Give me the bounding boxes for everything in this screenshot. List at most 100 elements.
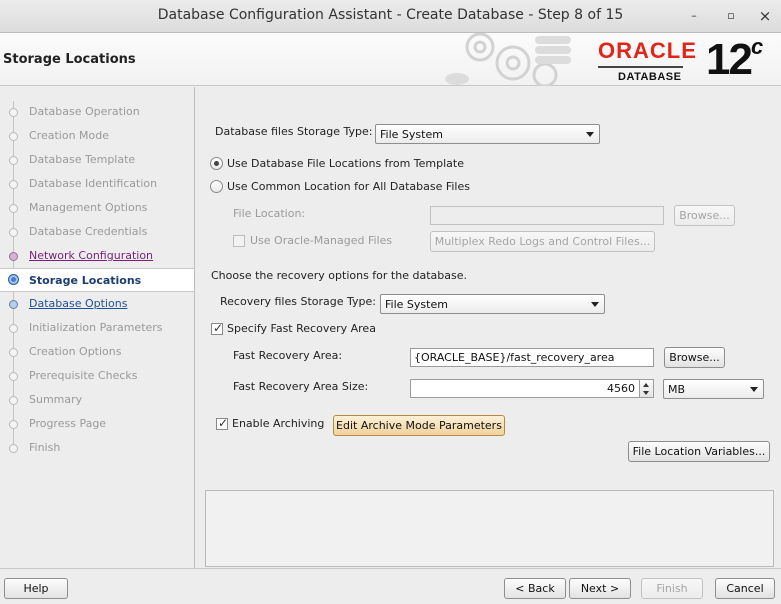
radio-template-locations[interactable] — [210, 157, 223, 170]
nav-item-label: Database Operation — [29, 105, 140, 118]
radio-template-label[interactable]: Use Database File Locations from Templat… — [227, 157, 464, 170]
nav-item-network-configuration[interactable]: Network Configuration — [0, 245, 194, 267]
step-dot-icon — [9, 420, 18, 429]
step-dot-icon — [9, 180, 18, 189]
window-titlebar: Database Configuration Assistant - Creat… — [0, 0, 781, 33]
step-dot-icon — [9, 204, 18, 213]
window-title: Database Configuration Assistant - Creat… — [157, 7, 624, 23]
nav-item-label: Database Identification — [29, 177, 158, 190]
oracle-logo: ORACLE DATABASE — [598, 40, 697, 83]
multiplex-button[interactable]: Multiplex Redo Logs and Control Files... — [430, 231, 655, 252]
nav-item-management-options: Management Options — [0, 197, 194, 219]
nav-item-label[interactable]: Database Options — [29, 297, 127, 310]
version-suffix: c — [750, 34, 763, 60]
nav-item-database-options[interactable]: Database Options — [0, 293, 194, 315]
chevron-down-icon — [586, 132, 594, 137]
next-button[interactable]: Next > — [569, 578, 631, 599]
recovery-type-value: File System — [385, 298, 448, 311]
nav-item-label: Management Options — [29, 201, 148, 214]
storage-type-select[interactable]: File System — [375, 124, 600, 144]
file-location-label: File Location: — [233, 207, 306, 220]
nav-item-label: Prerequisite Checks — [29, 369, 138, 382]
enable-archiving-checkbox[interactable]: ✓ — [216, 416, 229, 430]
nav-item-label: Creation Options — [29, 345, 122, 358]
radio-common-location[interactable] — [210, 180, 223, 193]
minimize-icon[interactable]: – — [686, 8, 702, 24]
back-button[interactable]: < Back — [504, 578, 566, 599]
fra-browse-button[interactable]: Browse... — [664, 347, 725, 368]
fra-size-label: Fast Recovery Area Size: — [233, 380, 369, 393]
nav-item-database-identification: Database Identification — [0, 173, 194, 195]
help-button[interactable]: Help — [4, 578, 68, 599]
step-dot-icon — [9, 156, 18, 165]
nav-item-label: Storage Locations — [29, 274, 142, 287]
fra-label: Fast Recovery Area: — [233, 349, 343, 362]
cancel-button[interactable]: Cancel — [715, 578, 775, 599]
nav-item-database-template: Database Template — [0, 149, 194, 171]
nav-item-summary: Summary — [0, 389, 194, 411]
enable-archiving-label[interactable]: Enable Archiving — [232, 417, 324, 430]
oracle-brand-sub: DATABASE — [618, 71, 682, 83]
step-navigation: Database Operation Creation Mode Databas… — [0, 87, 195, 568]
fra-size-unit-value: MB — [668, 383, 686, 396]
wizard-footer: Help < Back Next > Finish Cancel — [0, 568, 781, 604]
nav-item-finish: Finish — [0, 437, 194, 459]
oracle-version: 12c — [706, 34, 763, 85]
step-dot-icon — [9, 252, 18, 261]
step-dot-icon — [9, 228, 18, 237]
nav-item-label: Creation Mode — [29, 129, 110, 142]
nav-item-label: Database Template — [29, 153, 136, 166]
edit-archive-mode-button[interactable]: Edit Archive Mode Parameters — [333, 415, 505, 436]
close-icon[interactable]: × — [757, 8, 773, 24]
step-dot-icon — [9, 348, 18, 357]
storage-type-value: File System — [380, 128, 443, 141]
recovery-type-label: Recovery files Storage Type: — [220, 295, 376, 308]
spin-up-icon[interactable] — [643, 383, 649, 387]
step-dot-icon — [9, 300, 18, 309]
nav-item-storage-locations[interactable]: Storage Locations — [0, 268, 194, 292]
nav-item-label[interactable]: Network Configuration — [29, 249, 153, 262]
version-number: 12 — [706, 35, 753, 84]
nav-item-label: Progress Page — [29, 417, 107, 430]
nav-item-creation-mode: Creation Mode — [0, 125, 194, 147]
nav-item-initialization-parameters: Initialization Parameters — [0, 317, 194, 339]
specify-fra-label[interactable]: Specify Fast Recovery Area — [227, 322, 376, 335]
finish-button[interactable]: Finish — [641, 578, 703, 599]
use-omf-label: Use Oracle-Managed Files — [250, 234, 393, 247]
chevron-down-icon — [591, 302, 599, 307]
nav-item-label: Finish — [29, 441, 61, 454]
fra-size-input[interactable]: 4560 — [410, 379, 640, 398]
fra-size-spinner[interactable] — [640, 379, 654, 398]
nav-item-label: Database Credentials — [29, 225, 148, 238]
checkmark-icon: ✓ — [218, 416, 229, 430]
fra-size-value: 4560 — [607, 382, 635, 395]
fra-input[interactable]: {ORACLE_BASE}/fast_recovery_area — [410, 348, 654, 367]
maximize-icon[interactable]: ▫ — [723, 8, 739, 24]
page-header: Storage Locations ORACLE DATABASE 12c — [0, 33, 781, 86]
main-panel: Database files Storage Type: File System… — [196, 87, 781, 568]
nav-item-prerequisite-checks: Prerequisite Checks — [0, 365, 194, 387]
step-dot-icon — [9, 108, 18, 117]
storage-type-label: Database files Storage Type: — [215, 125, 373, 138]
nav-item-label: Initialization Parameters — [29, 321, 163, 334]
radio-common-label[interactable]: Use Common Location for All Database Fil… — [227, 180, 470, 193]
message-pane — [205, 490, 774, 567]
nav-item-database-operation: Database Operation — [0, 101, 194, 123]
oracle-brand: ORACLE — [598, 38, 697, 63]
file-location-browse-button[interactable]: Browse... — [674, 205, 735, 226]
gears-graphic-icon — [445, 33, 571, 86]
file-location-variables-button[interactable]: File Location Variables... — [628, 441, 770, 462]
specify-fra-checkbox[interactable]: ✓ — [211, 321, 223, 335]
nav-item-label: Summary — [29, 393, 83, 406]
fra-size-unit-select[interactable]: MB — [663, 379, 764, 399]
recovery-type-select[interactable]: File System — [380, 294, 605, 314]
file-location-input[interactable] — [430, 206, 664, 225]
use-omf-checkbox[interactable] — [233, 235, 245, 247]
chevron-down-icon — [750, 387, 758, 392]
step-dot-icon — [9, 132, 18, 141]
step-dot-icon — [9, 396, 18, 405]
spin-down-icon[interactable] — [643, 391, 649, 395]
step-dot-icon — [9, 324, 18, 333]
step-dot-icon — [9, 372, 18, 381]
nav-item-creation-options: Creation Options — [0, 341, 194, 363]
